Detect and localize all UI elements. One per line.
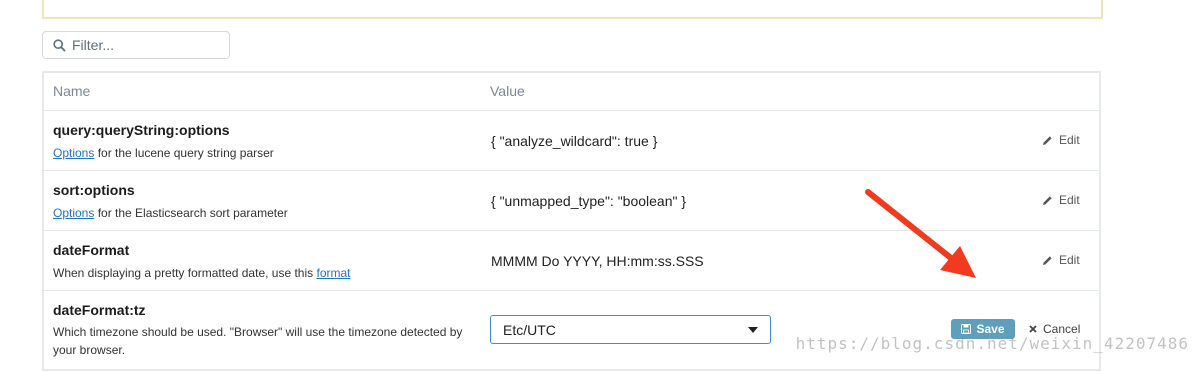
table-header: Name Value bbox=[44, 73, 1099, 111]
pencil-icon bbox=[1043, 255, 1052, 265]
search-icon bbox=[53, 38, 66, 52]
watermark: https://blog.csdn.net/weixin_42207486 bbox=[795, 334, 1189, 353]
edit-button[interactable]: Edit bbox=[1042, 253, 1080, 267]
caret-down-icon bbox=[748, 326, 758, 333]
column-header-name: Name bbox=[53, 83, 91, 99]
pencil-icon bbox=[1043, 195, 1052, 205]
pencil-icon bbox=[1043, 135, 1052, 145]
setting-name: dateFormat bbox=[53, 242, 130, 258]
table-row: query:queryString:options Options for th… bbox=[44, 111, 1099, 171]
filter-input[interactable] bbox=[72, 37, 222, 53]
notice-box bbox=[42, 0, 1103, 19]
filter-box[interactable] bbox=[42, 31, 230, 59]
setting-value: { "unmapped_type": "boolean" } bbox=[491, 193, 687, 209]
table-row: dateFormat When displaying a pretty form… bbox=[44, 231, 1099, 291]
options-link[interactable]: Options bbox=[53, 206, 94, 220]
format-link[interactable]: format bbox=[316, 266, 350, 280]
close-icon bbox=[1029, 325, 1037, 333]
setting-name: dateFormat:tz bbox=[53, 302, 146, 318]
edit-button[interactable]: Edit bbox=[1042, 133, 1080, 147]
setting-value: MMMM Do YYYY, HH:mm:ss.SSS bbox=[491, 253, 704, 269]
edit-button[interactable]: Edit bbox=[1042, 193, 1080, 207]
table-row: sort:options Options for the Elasticsear… bbox=[44, 171, 1099, 231]
setting-description: Options for the Elasticsearch sort param… bbox=[53, 206, 288, 220]
setting-name: query:queryString:options bbox=[53, 122, 230, 138]
column-header-value: Value bbox=[490, 83, 525, 99]
timezone-select[interactable]: Etc/UTC bbox=[490, 315, 771, 344]
setting-value: { "analyze_wildcard": true } bbox=[491, 133, 658, 149]
timezone-select-value: Etc/UTC bbox=[503, 321, 556, 338]
floppy-disk-icon bbox=[961, 324, 972, 334]
setting-description: When displaying a pretty formatted date,… bbox=[53, 266, 351, 280]
setting-name: sort:options bbox=[53, 182, 135, 198]
setting-description: Which timezone should be used. "Browser"… bbox=[53, 325, 463, 357]
advanced-settings-table: Name Value query:queryString:options Opt… bbox=[42, 71, 1101, 371]
options-link[interactable]: Options bbox=[53, 146, 94, 160]
setting-description: Options for the lucene query string pars… bbox=[53, 146, 274, 160]
